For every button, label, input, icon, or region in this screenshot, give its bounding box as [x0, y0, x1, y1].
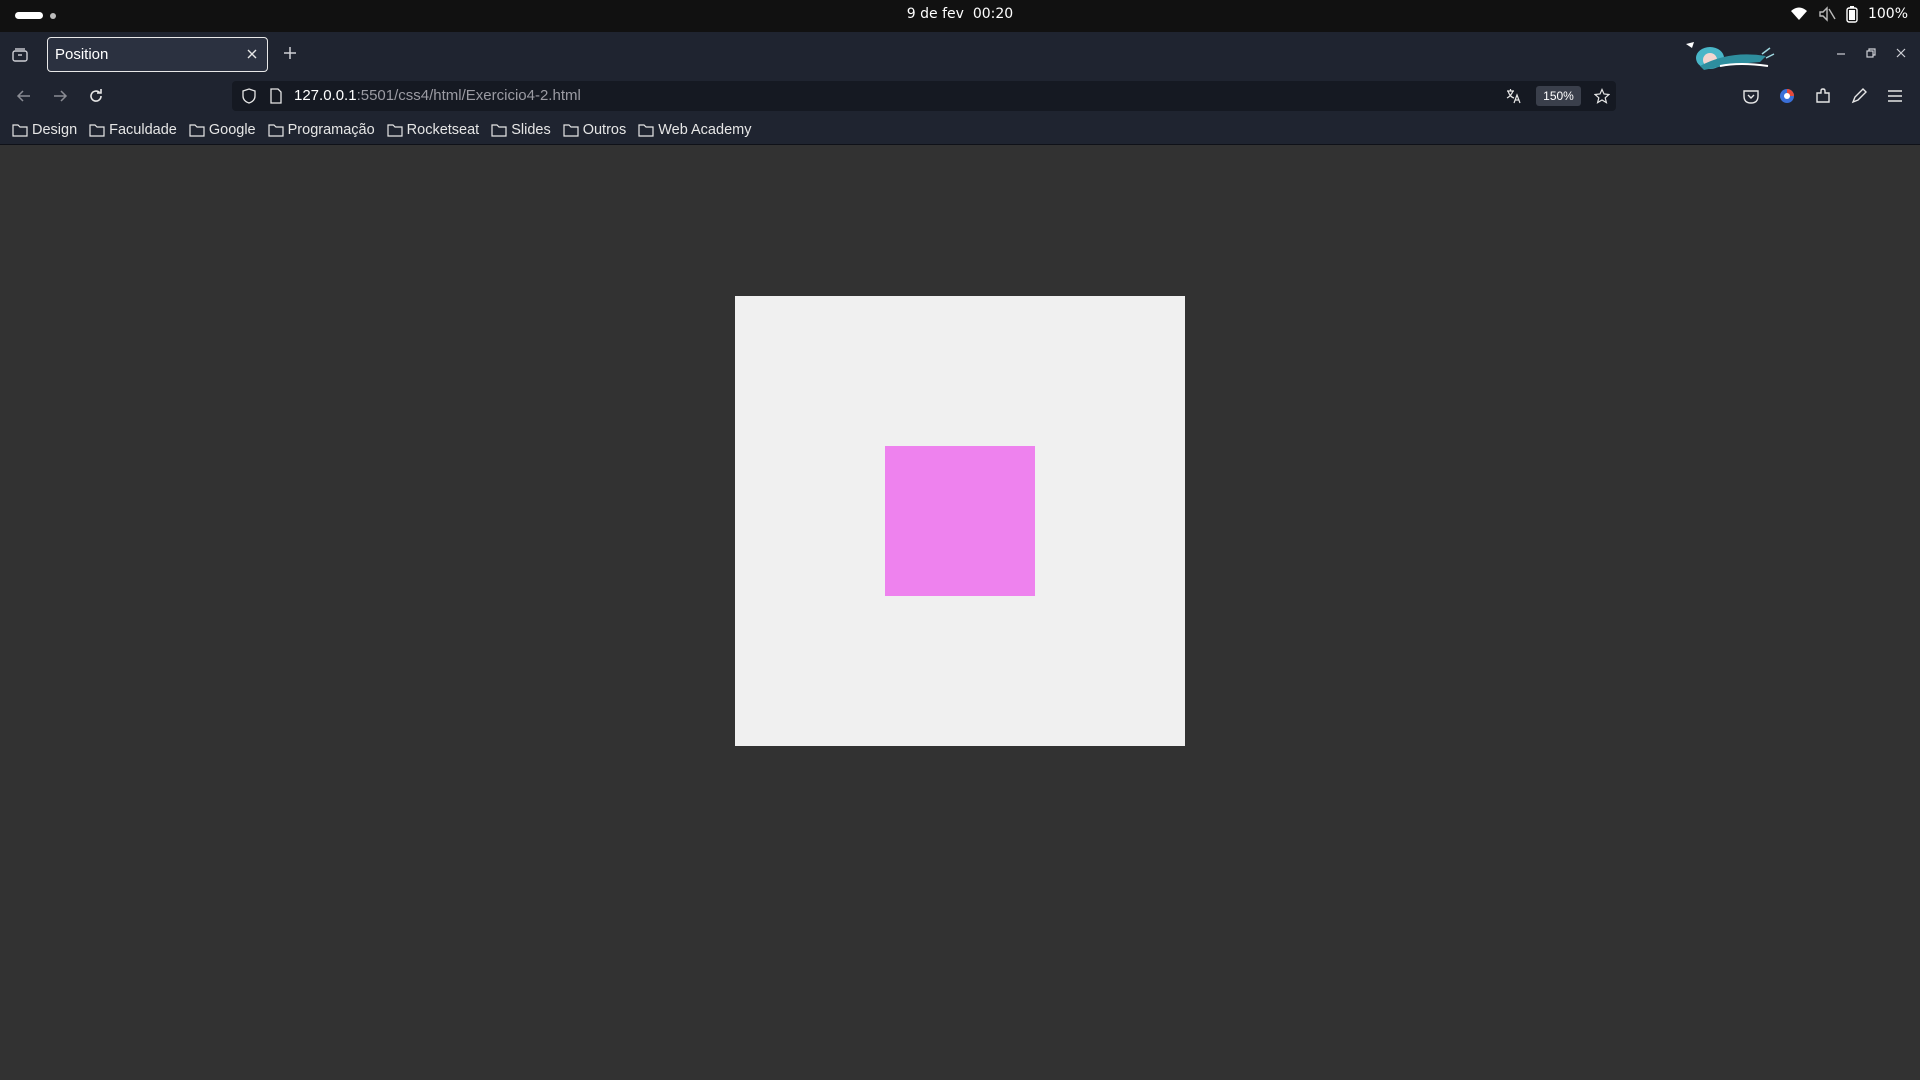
shield-icon[interactable]: [241, 88, 257, 104]
bookmark-label: Design: [32, 121, 78, 138]
bookmark-folder-outros[interactable]: Outros: [563, 121, 627, 138]
mascot-theme-image: [1686, 42, 1775, 70]
bookmark-star-icon[interactable]: [1594, 88, 1610, 104]
close-window-icon[interactable]: [1894, 46, 1908, 60]
back-icon[interactable]: [14, 86, 34, 106]
folder-icon: [268, 123, 284, 137]
volume-muted-icon: [1819, 6, 1836, 22]
page-icon[interactable]: [268, 88, 284, 104]
bookmarks-toolbar: Design Faculdade Google Programação Rock…: [0, 115, 1920, 145]
folder-icon: [491, 123, 507, 137]
tab-list-button[interactable]: [8, 44, 32, 66]
outer-box: [735, 296, 1185, 746]
system-tray[interactable]: 100%: [1790, 5, 1908, 23]
tab-position[interactable]: Position: [47, 37, 268, 72]
minimize-icon[interactable]: [1834, 46, 1848, 60]
folder-icon: [563, 123, 579, 137]
url-bar[interactable]: 127.0.0.1:5501/css4/html/Exercicio4-2.ht…: [232, 81, 1616, 111]
pocket-icon[interactable]: [1742, 87, 1760, 105]
system-top-bar: 9 de fev 00:20 100%: [0, 0, 1920, 32]
bookmark-folder-google[interactable]: Google: [189, 122, 256, 138]
translate-icon[interactable]: [1506, 88, 1522, 104]
clock: 9 de fev 00:20: [0, 6, 1920, 22]
bookmark-label: Outros: [582, 121, 627, 138]
workspace-indicator-dot[interactable]: [50, 13, 56, 19]
extension-colorful-icon[interactable]: [1778, 87, 1796, 105]
zoom-level-badge[interactable]: 150%: [1536, 86, 1581, 106]
folder-icon: [387, 123, 403, 137]
menu-icon[interactable]: [1886, 87, 1904, 105]
restore-icon[interactable]: [1864, 46, 1878, 60]
bookmark-label: Slides: [511, 121, 551, 138]
bookmark-folder-slides[interactable]: Slides: [491, 122, 551, 138]
bookmark-label: Rocketseat: [406, 121, 480, 138]
url-text[interactable]: 127.0.0.1:5501/css4/html/Exercicio4-2.ht…: [294, 87, 581, 104]
url-path: :5501/css4/html/Exercicio4-2.html: [356, 87, 581, 104]
battery-icon: [1846, 6, 1858, 23]
clock-date[interactable]: 9 de fev: [907, 6, 964, 22]
folder-icon: [12, 123, 28, 137]
url-host: 127.0.0.1: [294, 87, 357, 104]
tab-list-icon: [12, 48, 28, 62]
bookmark-label: Web Academy: [658, 121, 752, 138]
tab-title: Position: [55, 46, 109, 63]
folder-icon: [638, 123, 654, 137]
bookmark-label: Google: [208, 121, 256, 138]
folder-icon: [89, 123, 105, 137]
bookmark-folder-programacao[interactable]: Programação: [268, 122, 375, 138]
navigation-toolbar: 127.0.0.1:5501/css4/html/Exercicio4-2.ht…: [0, 77, 1920, 115]
bookmark-folder-rocketseat[interactable]: Rocketseat: [387, 121, 480, 138]
wifi-icon: [1790, 7, 1807, 20]
bookmark-folder-design[interactable]: Design: [12, 122, 77, 138]
forward-icon[interactable]: [50, 86, 70, 106]
extensions-puzzle-icon[interactable]: [1814, 87, 1832, 105]
workspace-indicator-active[interactable]: [15, 12, 43, 19]
new-tab-icon[interactable]: [282, 45, 298, 61]
bookmark-folder-web-academy[interactable]: Web Academy: [638, 122, 751, 138]
bookmark-folder-faculdade[interactable]: Faculdade: [89, 122, 177, 138]
page-viewport[interactable]: [0, 146, 1920, 1080]
inner-pink-box: [885, 446, 1035, 596]
bookmark-label: Programação: [287, 121, 375, 138]
clock-time[interactable]: 00:20: [973, 6, 1013, 22]
pen-icon[interactable]: [1850, 87, 1868, 105]
reload-icon[interactable]: [86, 86, 106, 106]
folder-icon: [189, 123, 205, 137]
battery-percentage: 100%: [1867, 6, 1908, 22]
close-tab-icon[interactable]: [245, 47, 259, 61]
bookmark-label: Faculdade: [109, 121, 177, 138]
tab-strip: Position: [0, 32, 1920, 77]
